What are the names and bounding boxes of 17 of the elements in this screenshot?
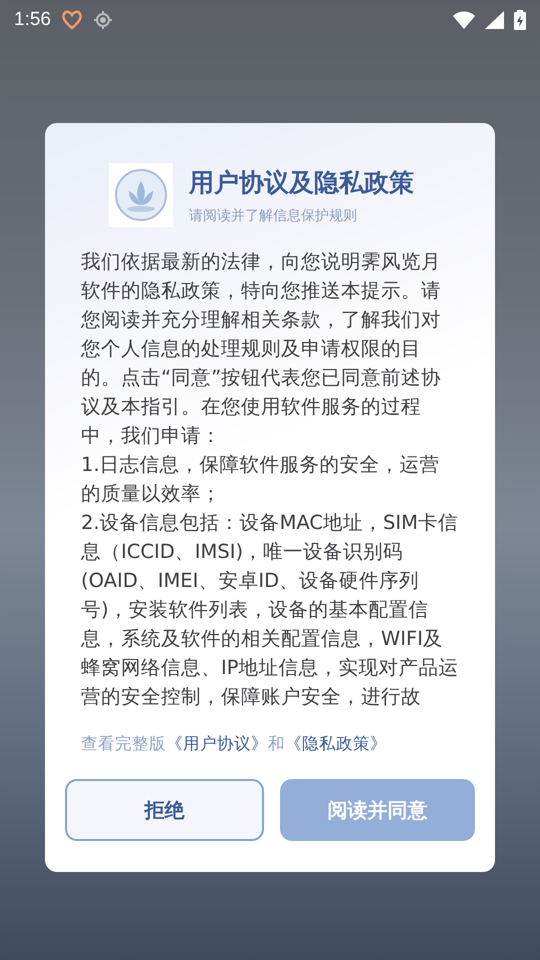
heart-icon [60,10,83,30]
decline-button[interactable]: 拒绝 [65,779,264,841]
link-caption: 和 [268,733,285,755]
policy-paragraph: 我们依据最新的法律，向您说明霁风览月软件的隐私政策，特向您推送本提示。请您阅读并充分理解相关条款，了解我们对您个人信息的处理规则及申请权限的目的。点击“同意”按钮代表您已同意前述协议及本指引。在您使用软件服务的过程中，我们申请： [81,249,442,449]
dialog-subtitle: 请阅读并了解信息保护规则 [189,206,358,224]
link-caption: 查看完整版 [81,733,166,755]
lotus-logo [109,163,173,227]
location-icon [92,10,113,30]
wifi-icon [453,11,475,29]
signal-icon [485,11,504,29]
policy-paragraph: 2.设备信息包括：设备MAC地址，SIM卡信息（ICCID、IMSI)，唯一设备识别码(OAID、IMEI、安卓ID、设备硬件序列号)，安装软件列表，设备的基本配置信息，系统及软件的相关配置信息，WIFI及蜂窝网络信息、IP地址信息，实现对产品运营的安全控制，保障账户安全，进行故 [81,510,459,710]
policy-link[interactable]: 《用户协议》 [166,733,268,755]
status-time: 1:56 [14,9,51,31]
policy-paragraph: 1.日志信息，保障软件服务的安全，运营的质量以效率； [81,452,441,507]
policy-link[interactable]: 《隐私政策》 [285,733,387,755]
dialog-title: 用户协议及隐私政策 [189,166,414,198]
battery-charging-icon [514,10,526,30]
